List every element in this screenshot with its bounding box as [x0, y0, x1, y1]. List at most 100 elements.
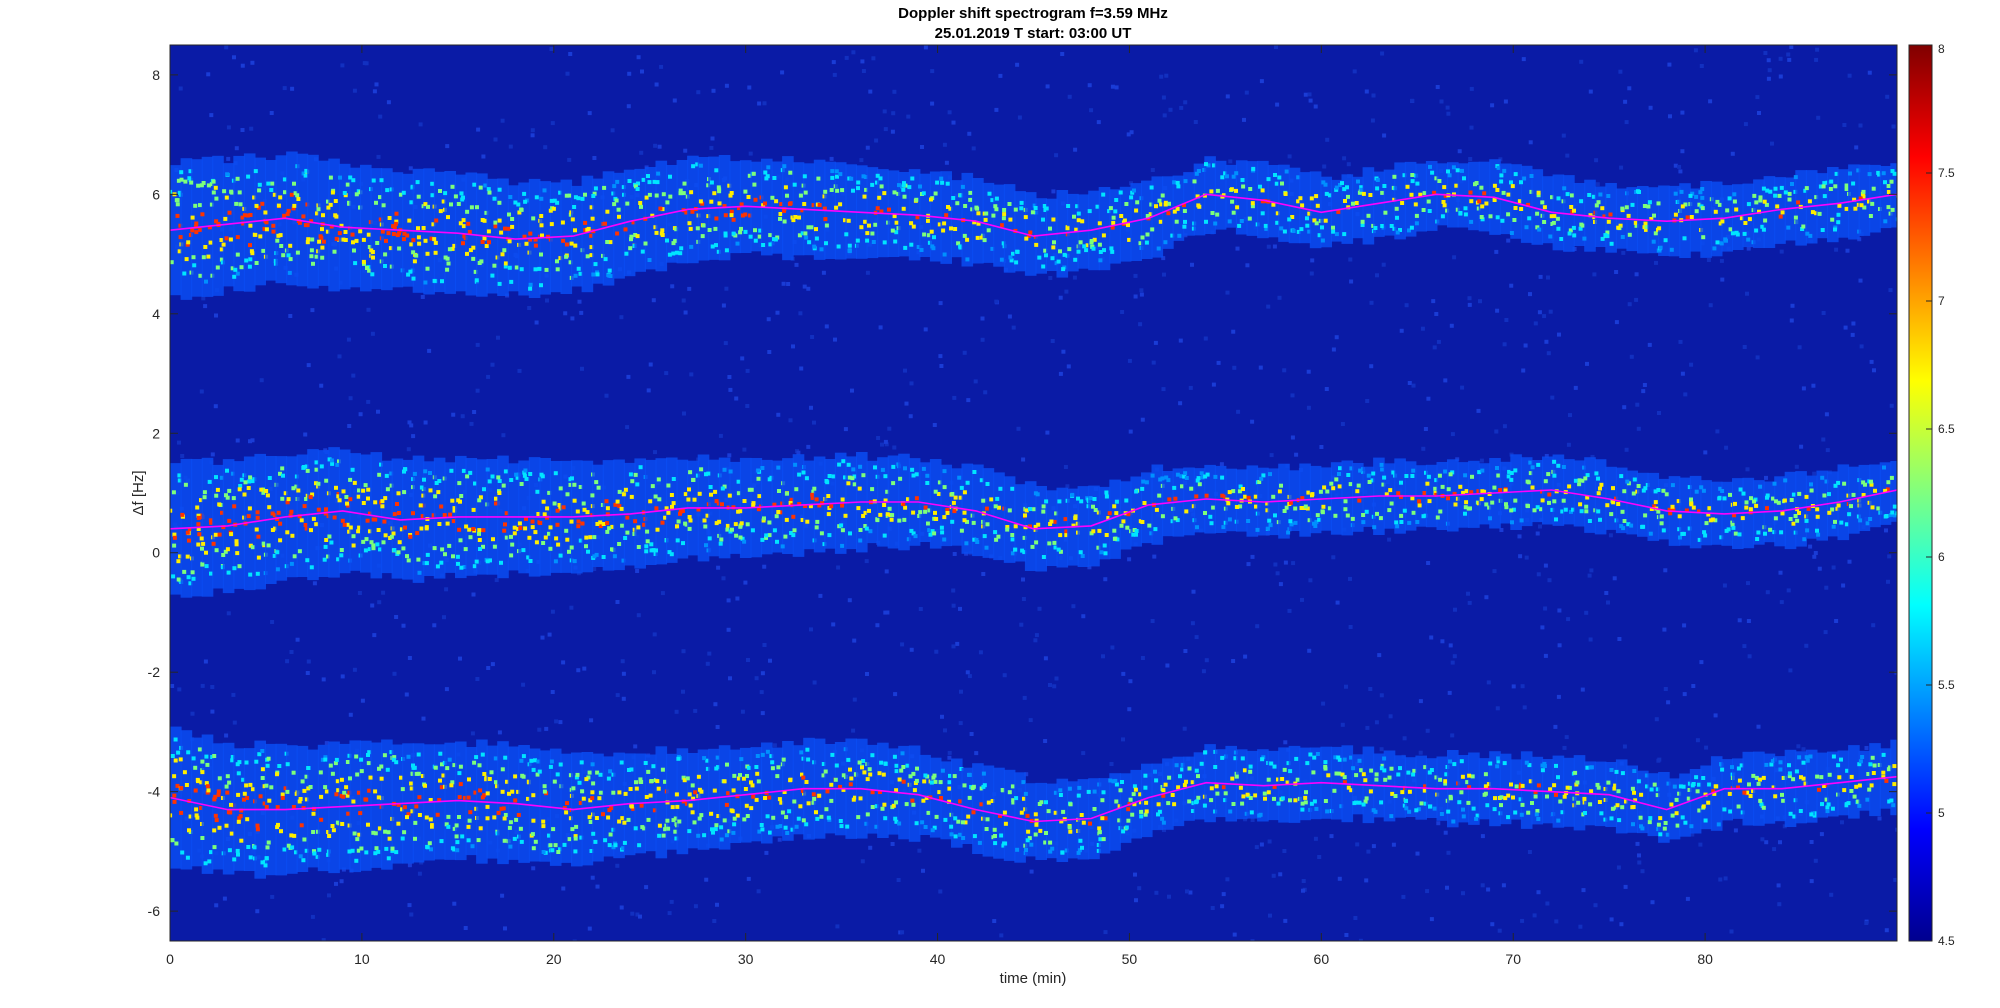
band-speck [591, 272, 596, 277]
noise-speck [1490, 922, 1495, 927]
band-speck [468, 470, 473, 475]
band-speck [464, 524, 469, 529]
band-speck [200, 562, 205, 567]
band-speck [1529, 174, 1534, 178]
noise-speck [683, 310, 688, 315]
band-speck [1361, 513, 1366, 517]
noise-speck [1447, 690, 1452, 695]
band-speck [1733, 531, 1738, 536]
band-speck [965, 480, 970, 485]
noise-speck [1369, 300, 1374, 305]
noise-speck [1704, 745, 1709, 750]
noise-speck [1850, 332, 1855, 337]
noise-speck [865, 145, 870, 150]
band-speck [1796, 200, 1801, 205]
noise-speck [1509, 283, 1514, 288]
band-speck [246, 514, 251, 519]
noise-speck [653, 143, 658, 148]
noise-speck [1015, 62, 1020, 67]
band-speck [923, 509, 928, 514]
band-speck [201, 541, 206, 546]
band-speck [636, 525, 641, 530]
band-speck [213, 532, 218, 537]
band-speck [603, 221, 607, 226]
noise-speck [1877, 816, 1882, 821]
noise-speck [1432, 345, 1437, 350]
band-speck [1804, 186, 1809, 191]
noise-speck [1266, 244, 1271, 249]
noise-speck [486, 666, 491, 670]
band-speck [679, 246, 684, 251]
band-speck [1530, 485, 1535, 490]
band-speck [1596, 476, 1600, 481]
band-speck [1754, 200, 1759, 205]
band-speck [1227, 219, 1232, 224]
noise-speck [493, 137, 498, 142]
band-speck [433, 765, 438, 770]
noise-speck [1718, 877, 1723, 882]
band-speck [1313, 524, 1318, 528]
noise-speck [798, 311, 803, 316]
noise-speck [868, 89, 873, 94]
noise-speck [1617, 637, 1622, 641]
band-speck [1571, 225, 1576, 230]
noise-speck [1317, 855, 1322, 859]
noise-speck [527, 306, 532, 310]
noise-speck [1073, 147, 1078, 152]
band-speck [1421, 514, 1426, 519]
band-speck [212, 797, 217, 802]
noise-speck [874, 138, 879, 143]
noise-speck [1194, 635, 1199, 640]
band-speck [1342, 232, 1347, 237]
band-speck [302, 788, 307, 793]
noise-speck [657, 144, 662, 149]
band-speck [826, 494, 831, 498]
band-speck [1437, 473, 1442, 478]
band-speck [260, 767, 265, 772]
noise-speck [1127, 707, 1132, 712]
band-speck [1182, 209, 1187, 213]
noise-speck [1884, 928, 1889, 933]
band-speck [352, 248, 356, 253]
band-speck [564, 254, 569, 259]
band-speck [1519, 207, 1524, 211]
band-speck [655, 180, 660, 185]
band-speck [691, 164, 696, 169]
noise-speck [592, 156, 597, 160]
band-speck [352, 831, 357, 836]
band-speck [1648, 531, 1653, 536]
band-speck [323, 544, 328, 549]
noise-speck [1635, 402, 1640, 407]
noise-speck [1789, 318, 1794, 323]
noise-speck [1348, 625, 1353, 629]
noise-speck [259, 378, 264, 383]
band-speck [692, 497, 697, 502]
band-speck [1492, 485, 1497, 490]
noise-speck [486, 374, 491, 379]
noise-speck [1528, 292, 1532, 297]
band-speck [1099, 550, 1104, 555]
noise-speck [876, 436, 881, 440]
band-speck [425, 844, 430, 849]
band-speck [509, 478, 514, 482]
band-speck [593, 186, 598, 191]
band-speck [176, 559, 181, 564]
band-speck [227, 488, 232, 493]
band-speck [345, 760, 350, 764]
noise-speck [636, 613, 641, 618]
noise-speck [534, 320, 539, 325]
band-speck [1076, 496, 1080, 501]
band-speck [856, 180, 861, 185]
noise-speck [1407, 381, 1412, 385]
noise-speck [1048, 683, 1052, 687]
noise-speck [1592, 272, 1597, 277]
band-speck [1756, 530, 1761, 535]
band-speck [1547, 500, 1551, 505]
noise-speck [1502, 424, 1507, 429]
noise-speck [1520, 918, 1525, 923]
noise-speck [285, 659, 290, 664]
band-speck [1409, 225, 1414, 230]
noise-speck [1139, 292, 1144, 297]
band-speck [1227, 517, 1232, 522]
band-speck [1129, 195, 1134, 200]
